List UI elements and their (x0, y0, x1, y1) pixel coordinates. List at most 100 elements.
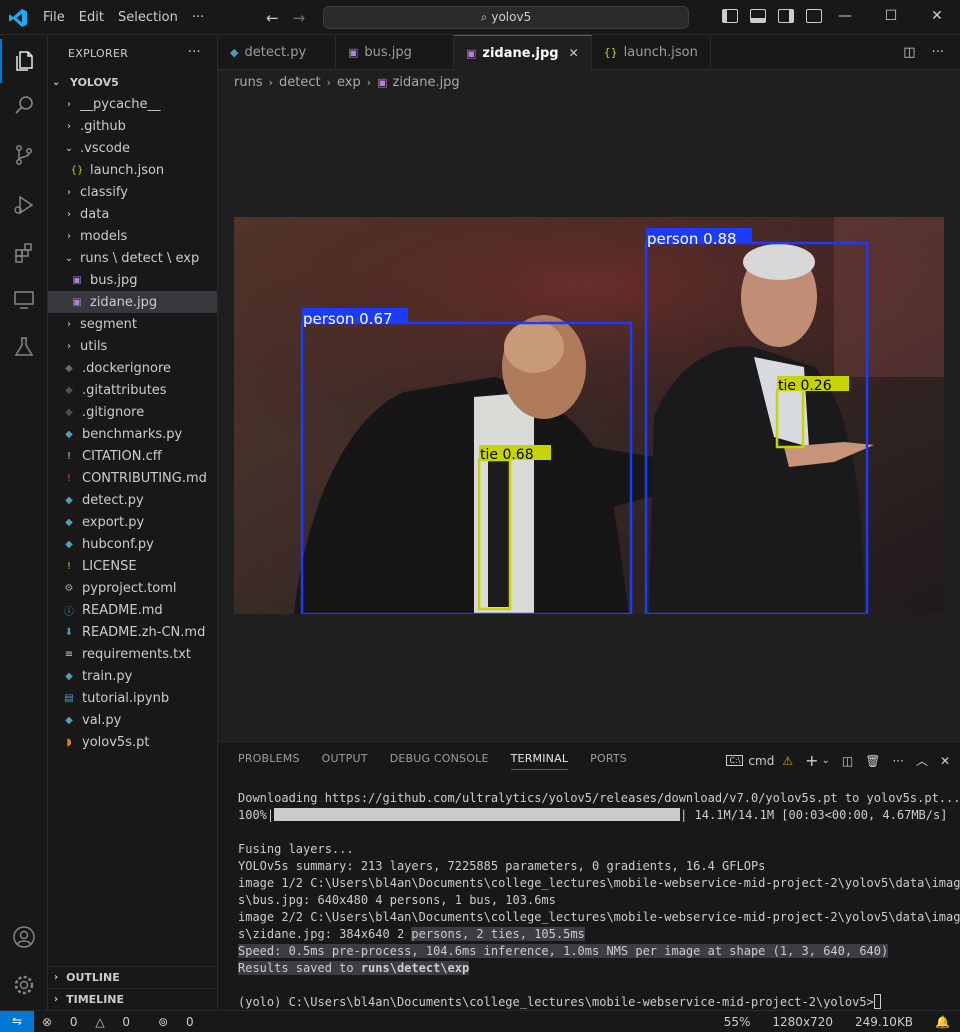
back-arrow-icon[interactable]: ← (266, 9, 279, 27)
toggle-secondary-sidebar-icon[interactable] (778, 9, 794, 23)
tree-folder[interactable]: ⌄ .vscode (48, 137, 217, 159)
tree-file[interactable]: ! LICENSE (48, 555, 217, 577)
breadcrumb-item[interactable]: zidane.jpg (393, 75, 460, 90)
maximize-panel-icon[interactable]: ︿ (916, 752, 928, 769)
warning-icon[interactable]: ⚠ (782, 754, 793, 768)
toggle-sidebar-icon[interactable] (722, 9, 738, 23)
tree-file[interactable]: ▤ tutorial.ipynb (48, 687, 217, 709)
tree-item-label: detect.py (82, 492, 144, 508)
editor-tab[interactable]: ▣ bus.jpg (336, 35, 454, 70)
tree-folder[interactable]: › .github (48, 115, 217, 137)
tab-terminal[interactable]: TERMINAL (510, 752, 569, 770)
tab-output[interactable]: OUTPUT (322, 752, 368, 770)
close-tab-icon[interactable]: ✕ (569, 46, 579, 60)
split-editor-icon[interactable]: ◫ (903, 45, 915, 60)
chevron-down-icon[interactable]: ⌄ (822, 755, 830, 766)
menu-more[interactable]: ··· (192, 10, 204, 25)
editor-tab[interactable]: {} launch.json (592, 35, 711, 70)
minimize-icon[interactable]: — (822, 0, 868, 35)
timeline-section[interactable]: › TIMELINE (48, 988, 218, 1010)
maximize-icon[interactable]: ☐ (868, 0, 914, 35)
tree-file[interactable]: ◆ val.py (48, 709, 217, 731)
zoom-level[interactable]: 55% (724, 1015, 751, 1029)
vscode-logo-icon[interactable] (8, 8, 28, 28)
tree-folder[interactable]: › models (48, 225, 217, 247)
tree-file[interactable]: ▣ bus.jpg (48, 269, 217, 291)
outline-section[interactable]: › OUTLINE (48, 966, 218, 988)
explorer-icon[interactable] (0, 39, 48, 83)
tree-file[interactable]: ◆ .gitignore (48, 401, 217, 423)
chevron-right-icon: › (67, 340, 71, 352)
breadcrumb-item[interactable]: runs (234, 75, 263, 90)
tree-folder[interactable]: ⌄ runs \ detect \ exp (48, 247, 217, 269)
forward-arrow-icon[interactable]: → (293, 9, 306, 27)
tree-file[interactable]: ⚙ pyproject.toml (48, 577, 217, 599)
tree-file[interactable]: ! CONTRIBUTING.md (48, 467, 217, 489)
search-icon[interactable] (0, 83, 48, 127)
tree-file[interactable]: ◆ .gitattributes (48, 379, 217, 401)
tree-file[interactable]: {} launch.json (48, 159, 217, 181)
breadcrumb-item[interactable]: detect (279, 75, 321, 90)
notifications-bell-icon[interactable]: 🔔 (935, 1015, 950, 1029)
remote-indicator-icon[interactable]: ⇋ (0, 1011, 34, 1032)
terminal-shell-icon[interactable]: C:\ (726, 755, 744, 766)
run-debug-icon[interactable] (0, 183, 48, 227)
menu-file[interactable]: File (43, 10, 65, 25)
tree-folder[interactable]: › segment (48, 313, 217, 335)
editor-tab[interactable]: ▣ zidane.jpg ✕ (454, 35, 592, 70)
tree-folder[interactable]: › __pycache__ (48, 93, 217, 115)
ports-status[interactable]: ⊚ 0 (158, 1015, 208, 1029)
source-control-icon[interactable] (0, 133, 48, 177)
account-icon[interactable] (0, 915, 48, 959)
tree-folder[interactable]: › classify (48, 181, 217, 203)
tree-file[interactable]: ◆ export.py (48, 511, 217, 533)
tab-label: detect.py (244, 45, 307, 60)
image-preview[interactable]: person 0.67 person 0.88 tie 0.68 tie 0.2… (234, 217, 944, 614)
toggle-panel-icon[interactable] (750, 9, 766, 23)
tree-item-label: .gitignore (82, 404, 145, 420)
tree-file[interactable]: ◗ yolov5s.pt (48, 731, 217, 753)
extensions-icon[interactable] (0, 231, 48, 275)
tree-folder[interactable]: › data (48, 203, 217, 225)
tree-item-label: .github (80, 118, 126, 134)
zidane-image: person 0.67 person 0.88 tie 0.68 tie 0.2… (234, 217, 944, 614)
editor-tab[interactable]: ◆ detect.py (218, 35, 336, 70)
breadcrumb: runs › detect › exp › ▣ zidane.jpg (234, 72, 460, 92)
terminal-output[interactable]: Downloading https://github.com/ultralyti… (238, 790, 960, 1011)
problems-status[interactable]: ⊗ 0 △ 0 (42, 1015, 144, 1029)
tree-file[interactable]: ◆ detect.py (48, 489, 217, 511)
new-terminal-icon[interactable]: + (805, 751, 818, 770)
close-window-icon[interactable]: ✕ (914, 0, 960, 35)
tree-file[interactable]: ◆ .dockerignore (48, 357, 217, 379)
tree-file[interactable]: ! CITATION.cff (48, 445, 217, 467)
menu-edit[interactable]: Edit (79, 10, 104, 25)
tree-file[interactable]: ⓘ README.md (48, 599, 217, 621)
tree-file[interactable]: ◆ benchmarks.py (48, 423, 217, 445)
more-actions-icon[interactable]: ··· (932, 45, 944, 60)
menu-selection[interactable]: Selection (118, 10, 178, 25)
tree-file[interactable]: ◆ hubconf.py (48, 533, 217, 555)
customize-layout-icon[interactable] (806, 9, 822, 23)
tab-debug-console[interactable]: DEBUG CONSOLE (390, 752, 489, 770)
more-actions-icon[interactable]: ··· (188, 45, 201, 60)
tree-file[interactable]: ⬇ README.zh-CN.md (48, 621, 217, 643)
remote-explorer-icon[interactable] (0, 277, 48, 321)
tree-file[interactable]: ◆ train.py (48, 665, 217, 687)
tab-problems[interactable]: PROBLEMS (238, 752, 300, 770)
tree-folder[interactable]: › utils (48, 335, 217, 357)
command-center-search[interactable]: ⌕ yolov5 (323, 6, 689, 29)
tab-ports[interactable]: PORTS (590, 752, 627, 770)
breadcrumb-item[interactable]: exp (337, 75, 361, 90)
editor-tabs: ◆ detect.py ▣ bus.jpg ▣ zidane.jpg ✕ {} launch.j… (218, 35, 960, 70)
terminal-shell-label[interactable]: cmd (748, 754, 774, 768)
manage-gear-icon[interactable] (0, 963, 48, 1007)
workspace-root[interactable]: ⌄ YOLOV5 (48, 71, 217, 93)
close-panel-icon[interactable]: ✕ (940, 754, 950, 768)
tree-file[interactable]: ≡ requirements.txt (48, 643, 217, 665)
split-terminal-icon[interactable]: ◫ (842, 754, 853, 768)
trash-icon[interactable]: 🗑 (865, 754, 880, 768)
tree-file[interactable]: ▣ zidane.jpg (48, 291, 217, 313)
more-actions-icon[interactable]: ··· (892, 754, 903, 768)
testing-icon[interactable] (0, 325, 48, 369)
notebook-file-icon: ▤ (64, 692, 74, 704)
